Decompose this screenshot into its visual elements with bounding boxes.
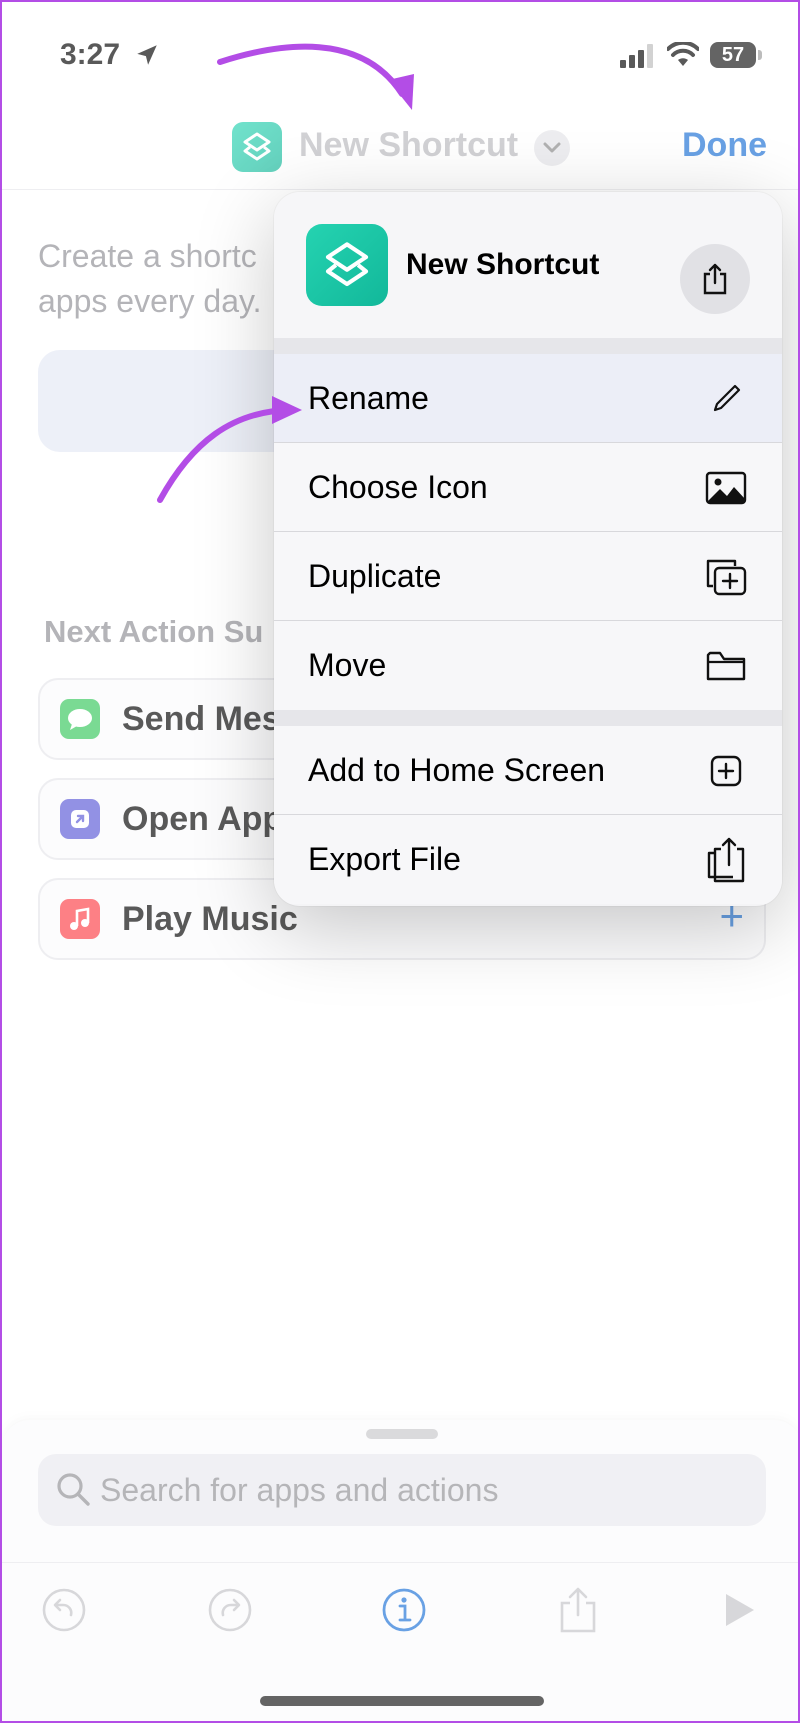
menu-share-button[interactable] [680, 244, 750, 314]
open-app-icon [60, 799, 100, 839]
menu-item-duplicate[interactable]: Duplicate [274, 532, 782, 621]
music-icon [60, 899, 100, 939]
cellular-signal-icon [620, 44, 653, 68]
shortcut-context-menu: New Shortcut Rename Choose Icon Duplicat… [274, 192, 782, 906]
shortcut-app-icon[interactable] [232, 122, 282, 172]
menu-item-move[interactable]: Move [274, 621, 782, 710]
menu-title: New Shortcut [406, 248, 600, 281]
done-button[interactable]: Done [682, 126, 767, 165]
suggestion-label: Open App [122, 800, 284, 838]
sheet-grabber[interactable] [366, 1429, 438, 1439]
menu-item-label: Duplicate [308, 558, 442, 594]
phone-screen: 3:27 57 New Shortcut Done Create a short… [0, 0, 800, 1723]
export-file-icon [704, 837, 748, 883]
suggestion-label: Play Music [122, 900, 298, 938]
menu-item-add-to-home-screen[interactable]: Add to Home Screen [274, 726, 782, 815]
menu-header: New Shortcut [274, 192, 782, 338]
intro-line: apps every day. [38, 283, 262, 319]
share-icon [560, 1587, 596, 1633]
menu-item-label: Add to Home Screen [308, 752, 606, 788]
menu-item-label: Move [308, 647, 387, 683]
run-button[interactable] [714, 1586, 762, 1634]
shortcuts-layers-icon [325, 242, 369, 287]
search-input[interactable] [100, 1466, 740, 1514]
share-icon [703, 263, 727, 295]
toolbar-divider [2, 1562, 798, 1563]
menu-item-choose-icon[interactable]: Choose Icon [274, 443, 782, 532]
search-bar[interactable] [38, 1454, 766, 1526]
pencil-icon [704, 378, 748, 420]
intro-line: Create a shortc [38, 238, 257, 274]
battery-tip [758, 50, 762, 60]
share-button[interactable] [554, 1586, 602, 1634]
search-icon [57, 1473, 90, 1506]
menu-item-label: Choose Icon [308, 469, 488, 505]
image-icon [704, 467, 748, 509]
play-icon [726, 1594, 754, 1626]
info-button[interactable] [380, 1586, 428, 1634]
menu-item-label: Export File [308, 841, 461, 877]
shortcut-app-icon [306, 224, 388, 306]
menu-item-export-file[interactable]: Export File [274, 815, 782, 904]
intro-text: Create a shortc apps every day. [38, 234, 298, 324]
redo-button[interactable] [206, 1586, 254, 1634]
location-arrow-icon [137, 45, 157, 65]
menu-item-label: Rename [308, 380, 429, 416]
menu-section-gap [274, 710, 782, 726]
messages-icon [60, 699, 100, 739]
redo-icon [208, 1588, 252, 1632]
status-time: 3:27 [60, 38, 121, 71]
duplicate-icon [704, 556, 748, 598]
info-icon [382, 1588, 426, 1632]
shortcuts-layers-icon [243, 132, 271, 161]
menu-item-rename[interactable]: Rename [274, 354, 782, 443]
shortcut-title[interactable]: New Shortcut [299, 126, 518, 165]
folder-icon [704, 645, 748, 687]
undo-icon [42, 1588, 86, 1632]
menu-section-gap [274, 338, 782, 354]
wifi-icon [667, 42, 699, 66]
undo-button[interactable] [40, 1586, 88, 1634]
battery-indicator: 57 [710, 42, 756, 68]
chevron-down-icon[interactable] [534, 130, 570, 166]
add-square-icon [704, 750, 748, 792]
suggestion-label: Send Mes [122, 700, 281, 738]
home-indicator [260, 1696, 544, 1706]
status-bar: 3:27 57 [2, 2, 798, 102]
next-action-heading: Next Action Su [44, 614, 264, 649]
